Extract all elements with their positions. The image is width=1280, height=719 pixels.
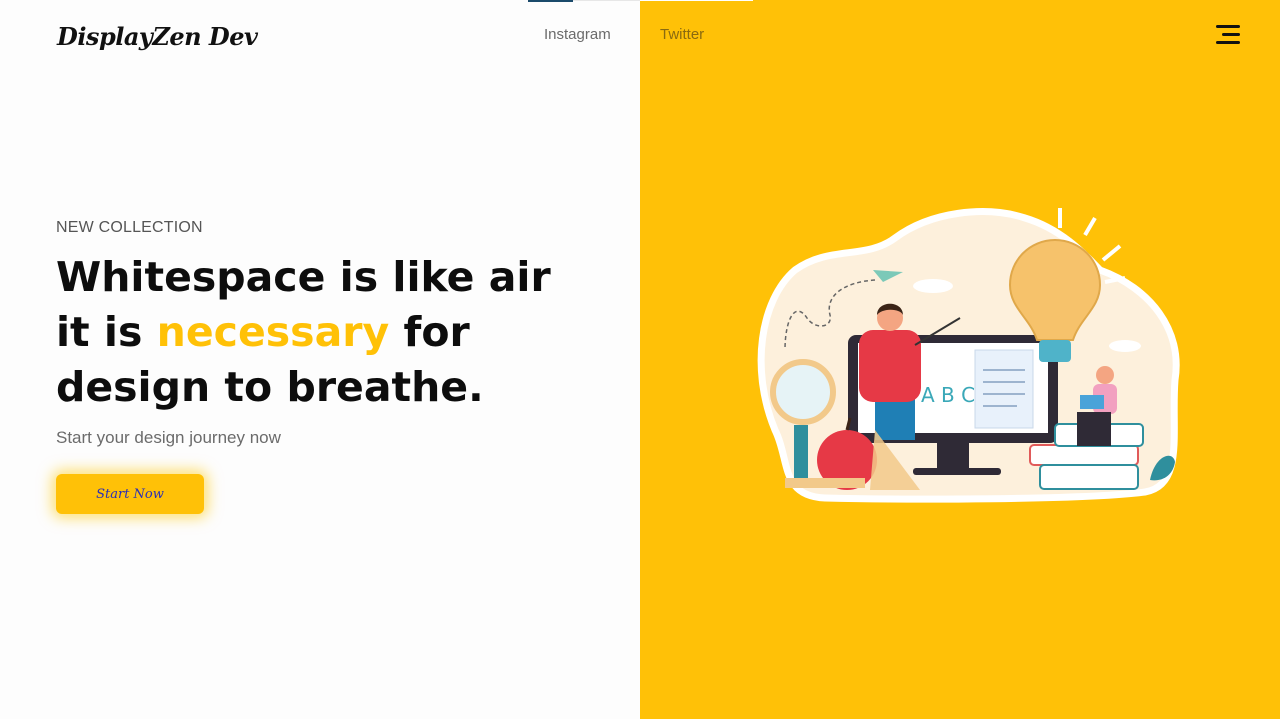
light-ray [1083, 216, 1097, 237]
top-strip-segment [573, 0, 640, 1]
headline-line-2-post: for [389, 308, 470, 356]
teacher-legs [875, 398, 915, 440]
board-abc-text: A B C [921, 383, 975, 407]
student-head [1096, 366, 1114, 384]
cloud-shape [1109, 340, 1141, 352]
books-icon [1029, 444, 1139, 466]
teacher-body [859, 330, 921, 402]
headline-line-1: Whitespace is like air [56, 253, 551, 301]
lightbulb-base [1039, 340, 1071, 362]
eyebrow-label: NEW COLLECTION [56, 219, 203, 236]
top-strip-segment [528, 0, 573, 2]
top-strip-segment [640, 0, 753, 1]
site-logo[interactable]: DisplayZen Dev [57, 22, 258, 51]
laptop-icon [1080, 395, 1104, 409]
nav-link-instagram[interactable]: Instagram [544, 26, 611, 43]
menu-line [1222, 33, 1240, 36]
cloud-shape [913, 279, 953, 293]
hero-headline: Whitespace is like air it is necessary fo… [56, 250, 551, 415]
headline-accent-word: necessary [156, 308, 390, 356]
hero-illustration: A B C [757, 208, 1180, 503]
menu-line [1216, 25, 1240, 28]
headline-line-3: design to breathe. [56, 363, 484, 411]
start-now-button[interactable]: Start Now [56, 474, 204, 514]
book-spine [1039, 464, 1139, 490]
light-ray [1101, 244, 1122, 262]
nav-link-twitter[interactable]: Twitter [660, 26, 704, 43]
document-icon [974, 349, 1034, 429]
hamburger-menu-icon[interactable] [1214, 25, 1240, 47]
pencil-icon [785, 478, 865, 488]
top-edge-strip [528, 0, 753, 2]
monitor-stand [937, 443, 969, 469]
magnifier-icon [770, 359, 836, 425]
menu-line [1216, 41, 1240, 44]
student-legs [1077, 412, 1111, 446]
headline-line-2-pre: it is [56, 308, 157, 356]
monitor-base [913, 468, 1001, 475]
hero-subtitle: Start your design journey now [56, 428, 281, 447]
